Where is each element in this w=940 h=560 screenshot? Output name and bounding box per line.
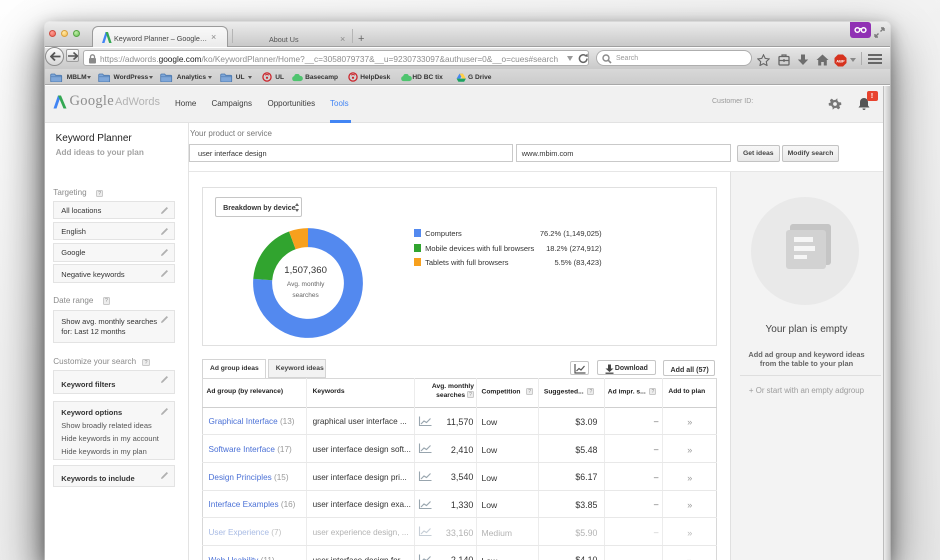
svg-text:ABP: ABP	[836, 58, 845, 63]
